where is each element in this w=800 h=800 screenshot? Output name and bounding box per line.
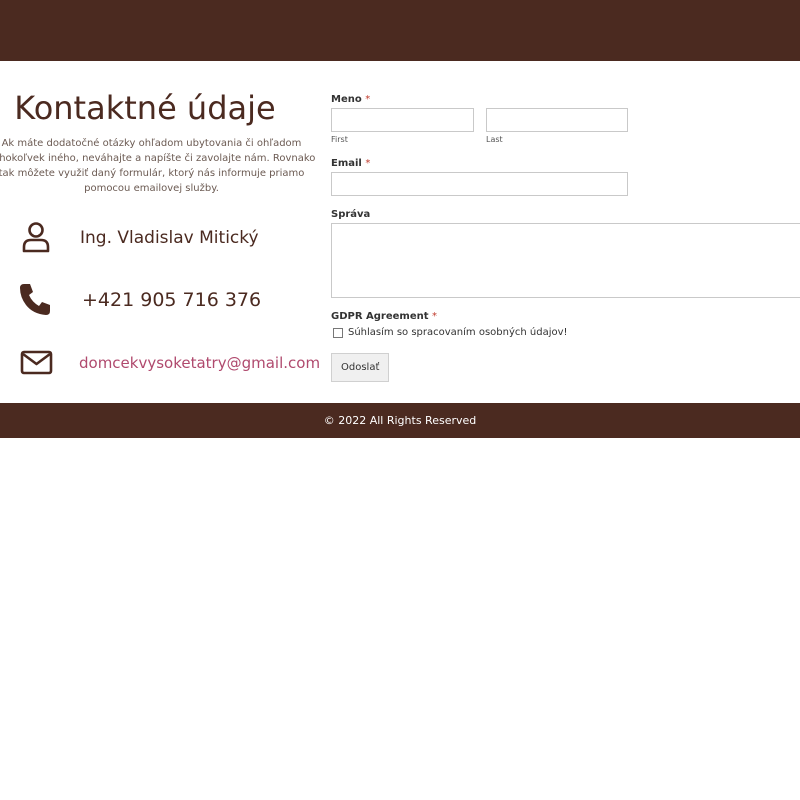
person-icon xyxy=(16,218,56,258)
contact-name-row: Ing. Vladislav Mitický xyxy=(16,218,316,258)
email-field[interactable] xyxy=(331,172,628,196)
contact-phone[interactable]: +421 905 716 376 xyxy=(82,289,261,311)
email-label: Email * xyxy=(331,158,371,169)
required-mark: * xyxy=(432,311,437,322)
contact-email-row: domcekvysoketatry@gmail.com xyxy=(16,343,320,383)
gdpr-checkbox[interactable] xyxy=(333,328,343,338)
name-label: Meno * xyxy=(331,94,371,105)
first-name-input[interactable] xyxy=(331,108,474,132)
contact-email-link[interactable]: domcekvysoketatry@gmail.com xyxy=(79,354,320,372)
last-name-input[interactable] xyxy=(486,108,628,132)
required-mark: * xyxy=(365,158,371,169)
envelope-icon xyxy=(16,343,56,383)
page-title: Kontaktné údaje xyxy=(14,89,276,127)
footer-bar: © 2022 All Rights Reserved xyxy=(0,403,800,438)
required-mark: * xyxy=(365,94,371,105)
first-sublabel: First xyxy=(331,135,348,144)
submit-button[interactable]: Odoslať xyxy=(331,353,390,382)
message-label: Správa xyxy=(331,209,371,220)
contact-phone-row: +421 905 716 376 xyxy=(16,280,316,320)
header-bar xyxy=(0,0,800,61)
gdpr-checkbox-label[interactable]: Súhlasím so spracovaním osobných údajov! xyxy=(348,327,568,338)
last-sublabel: Last xyxy=(486,135,503,144)
contact-panel: Kontaktné údaje Ak máte dodatočné otázky… xyxy=(0,61,320,403)
message-textarea[interactable] xyxy=(331,223,800,298)
gdpr-label: GDPR Agreement * xyxy=(331,311,437,322)
footer-copyright: © 2022 All Rights Reserved xyxy=(323,414,477,427)
contact-form: Meno * First Last Email * Správa GDPR Ag… xyxy=(331,61,800,403)
phone-icon xyxy=(16,280,56,320)
contact-intro-text: Ak máte dodatočné otázky ohľadom ubytova… xyxy=(0,138,316,194)
contact-name: Ing. Vladislav Mitický xyxy=(80,228,259,248)
